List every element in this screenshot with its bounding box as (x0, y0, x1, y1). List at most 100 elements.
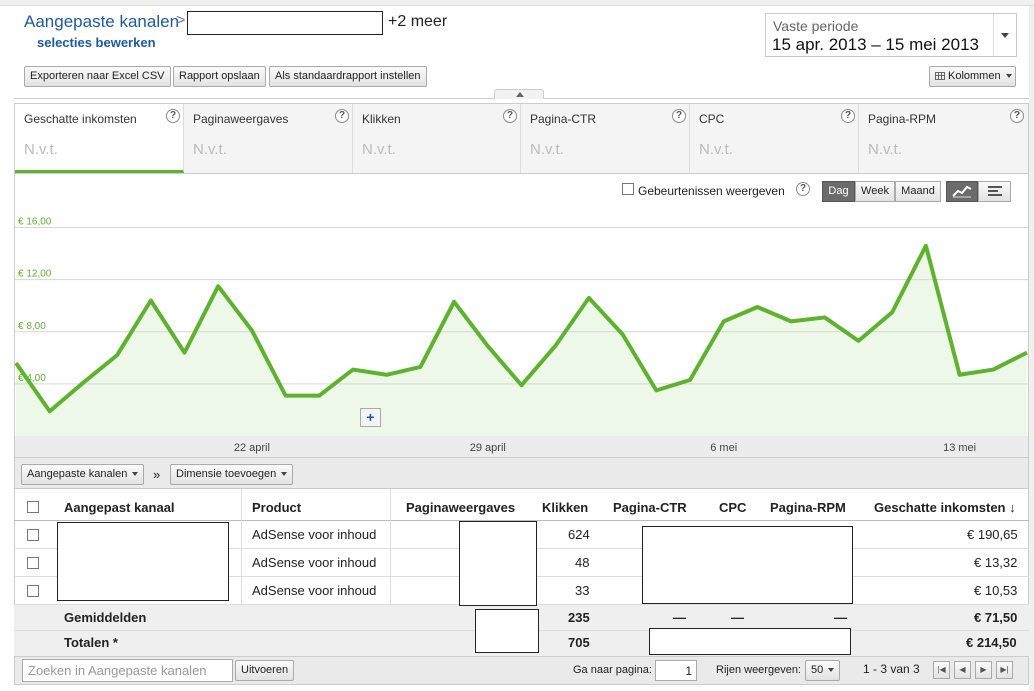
line-chart-toggle[interactable] (946, 181, 978, 202)
chevron-down-icon[interactable] (1001, 33, 1009, 38)
granularity-week-button[interactable]: Week (855, 181, 895, 202)
rows-per-page-value: 50 (811, 664, 824, 676)
prev-page-icon[interactable]: ◀ (954, 661, 971, 679)
metric-value: N.v.t. (699, 141, 733, 158)
metric-tab-clicks[interactable]: Klikken N.v.t. ? (353, 104, 521, 173)
averages-earnings: € 71,50 (974, 610, 1018, 625)
add-annotation-button[interactable]: + (360, 408, 381, 427)
bar-list-icon (987, 186, 1002, 197)
help-icon[interactable]: ? (166, 109, 180, 123)
first-page-icon[interactable]: |◀ (933, 661, 950, 679)
export-csv-button[interactable]: Exporteren naar Excel CSV (24, 66, 171, 87)
search-input[interactable]: Zoeken in Aangepaste kanalen (22, 659, 233, 682)
chevron-down-icon (281, 472, 288, 477)
col-header-earnings[interactable]: Geschatte inkomsten ↓ (874, 500, 1016, 515)
help-icon[interactable]: ? (335, 109, 349, 123)
more-selections-link[interactable]: +2 meer (388, 13, 447, 31)
events-checkbox[interactable] (622, 183, 634, 195)
metric-value: N.v.t. (868, 141, 902, 158)
row-checkbox[interactable] (27, 529, 39, 541)
edit-selections-link[interactable]: selecties bewerken (37, 35, 156, 50)
cell-earnings: € 13,32 (974, 555, 1018, 570)
metric-tab-pageviews[interactable]: Paginaweergaves N.v.t. ? (184, 104, 353, 173)
col-header-rpm[interactable]: Pagina-RPM (770, 500, 846, 515)
cell-clicks: 33 (575, 583, 590, 598)
y-tick-label: € 16,00 (18, 217, 52, 228)
x-tick-label: 6 mei (710, 442, 737, 454)
page-number-input[interactable]: 1 (655, 660, 697, 681)
chevron-down-icon (132, 472, 139, 477)
date-range-value: 15 apr. 2013 – 15 mei 2013 (772, 35, 979, 54)
earnings-area (16, 245, 1027, 436)
x-tick-label: 13 mei (943, 442, 976, 454)
run-search-button[interactable]: Uitvoeren (235, 660, 295, 681)
pageviews-redacted (459, 521, 537, 606)
add-dimension-button[interactable]: Dimensie toevoegen (170, 464, 294, 485)
metric-value: N.v.t. (362, 141, 396, 158)
columns-label: Kolommen (948, 70, 1001, 82)
earnings-chart-svg: € 4,00€ 8,00€ 12,00€ 16,0022 april 29 apr… (14, 217, 1028, 457)
date-range-divider (993, 14, 994, 56)
col-header-channel[interactable]: Aangepast kanaal (64, 500, 175, 515)
x-tick-label: 29 april (470, 442, 506, 454)
channel-names-redacted (57, 522, 229, 601)
col-header-product[interactable]: Product (252, 500, 301, 515)
help-icon[interactable]: ? (672, 109, 686, 123)
channel-select-button[interactable]: Aangepaste kanalen (21, 464, 145, 485)
collapse-toggle[interactable] (494, 89, 544, 99)
y-tick-label: € 8,00 (18, 321, 46, 332)
selected-channel-redacted (187, 11, 383, 35)
averages-ctr: — (673, 610, 686, 625)
metric-tab-page-rpm[interactable]: Pagina-RPM N.v.t. ? (859, 104, 1028, 173)
metric-tab-cpc[interactable]: CPC N.v.t. ? (690, 104, 859, 173)
cell-earnings: € 10,53 (974, 583, 1018, 598)
pagination-range: 1 - 3 van 3 (863, 662, 920, 676)
metric-label: Geschatte inkomsten (24, 112, 137, 126)
line-chart-icon (952, 185, 972, 198)
col-header-cpc[interactable]: CPC (719, 500, 746, 515)
metric-tab-earnings[interactable]: Geschatte inkomsten N.v.t. ? (15, 104, 184, 173)
page-title-link[interactable]: Aangepaste kanalen (24, 12, 179, 32)
summary-pageviews-redacted (475, 609, 539, 653)
ctr-cpc-rpm-redacted (642, 526, 853, 604)
row-checkbox[interactable] (27, 585, 39, 597)
top-strip (0, 0, 1034, 6)
help-icon[interactable]: ? (796, 182, 810, 196)
col-header-ctr[interactable]: Pagina-CTR (613, 500, 687, 515)
granularity-day-button[interactable]: Dag (822, 181, 855, 202)
cell-clicks: 624 (568, 527, 590, 542)
last-page-icon[interactable]: ▶| (996, 661, 1013, 679)
chevron-down-icon (828, 668, 835, 673)
granularity-month-button[interactable]: Maand (895, 181, 941, 202)
title-separator: > (176, 12, 186, 29)
metric-tab-page-ctr[interactable]: Pagina-CTR N.v.t. ? (521, 104, 690, 173)
help-icon[interactable]: ? (1010, 109, 1024, 123)
col-header-clicks[interactable]: Klikken (542, 500, 588, 515)
col-header-pageviews[interactable]: Paginaweergaves (406, 500, 515, 515)
add-dimension-label: Dimensie toevoegen (176, 468, 277, 480)
metric-value: N.v.t. (530, 141, 564, 158)
goto-page-label: Ga naar pagina: (573, 664, 652, 676)
row-checkbox[interactable] (27, 557, 39, 569)
channel-select-label: Aangepaste kanalen (27, 468, 128, 480)
set-default-report-button[interactable]: Als standaardrapport instellen (269, 66, 427, 87)
rows-per-page-select[interactable]: 50 (805, 660, 841, 681)
averages-label: Gemiddelden (64, 610, 147, 625)
select-all-checkbox[interactable] (27, 501, 39, 513)
dimension-bar (14, 457, 1029, 489)
help-icon[interactable]: ? (503, 109, 517, 123)
date-range-selector[interactable]: Vaste periode 15 apr. 2013 – 15 mei 2013 (765, 13, 1017, 57)
help-icon[interactable]: ? (841, 109, 855, 123)
totals-earnings: € 214,50 (966, 635, 1017, 650)
x-axis-band (15, 436, 1028, 457)
next-page-icon[interactable]: ▶ (975, 661, 992, 679)
scrollbar[interactable] (1029, 6, 1034, 691)
cell-product: AdSense voor inhoud (252, 527, 377, 542)
columns-button[interactable]: Kolommen (929, 66, 1016, 87)
save-report-button[interactable]: Rapport opslaan (173, 66, 266, 87)
breadcrumb-separator: » (153, 467, 161, 482)
earnings-chart: € 4,00 € 8,00 € 12,00 € 16,00 22 april 29 apr… (14, 208, 1029, 457)
table-view-toggle[interactable] (978, 181, 1011, 202)
averages-clicks: 235 (568, 610, 590, 625)
averages-rpm: — (834, 610, 847, 625)
